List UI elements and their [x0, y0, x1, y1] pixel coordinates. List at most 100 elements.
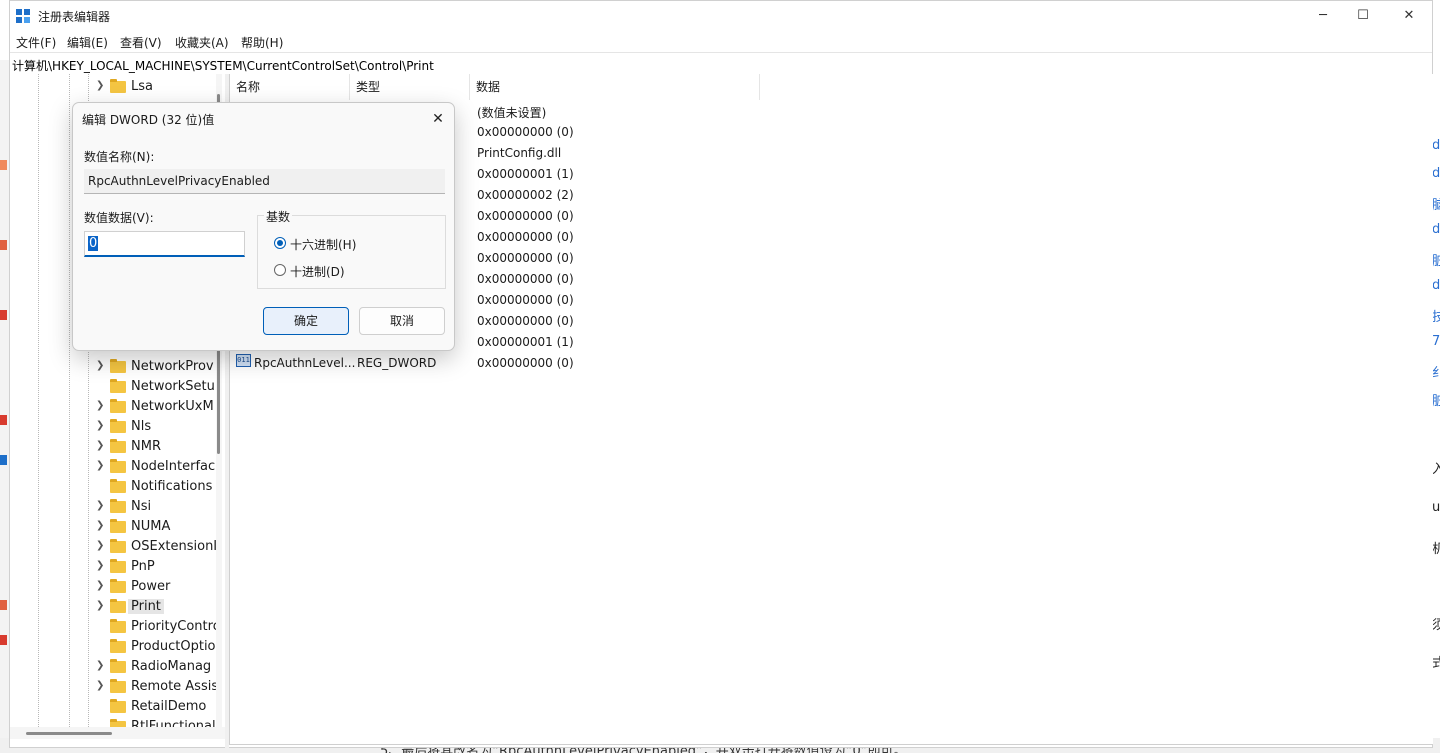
- column-name[interactable]: 名称: [230, 74, 350, 100]
- folder-icon: [110, 559, 126, 573]
- chevron-right-icon[interactable]: ❯: [96, 540, 106, 551]
- tree-item-label: RetailDemo: [131, 699, 207, 714]
- tree-item[interactable]: ❯ NMR: [96, 437, 216, 457]
- tree-item[interactable]: NetworkSetu: [96, 377, 216, 397]
- chevron-right-icon[interactable]: ❯: [96, 80, 106, 91]
- value-data[interactable]: 0x00000002 (2): [477, 188, 574, 202]
- folder-icon: [110, 379, 126, 393]
- chevron-right-icon[interactable]: ❯: [96, 440, 106, 451]
- bg-char: 机: [1432, 542, 1440, 557]
- tree-item[interactable]: ❯ NetworkProv: [96, 357, 216, 377]
- chevron-right-icon[interactable]: ❯: [96, 360, 106, 371]
- radio-decimal-label[interactable]: 十进制(D): [290, 263, 345, 280]
- dialog-close-button[interactable]: ✕: [423, 105, 453, 133]
- tree-item-label: Lsa: [131, 79, 153, 94]
- tree-item[interactable]: RetailDemo: [96, 697, 216, 717]
- column-data[interactable]: 数据: [470, 74, 760, 100]
- column-type[interactable]: 类型: [350, 74, 470, 100]
- chevron-right-icon[interactable]: ❯: [96, 400, 106, 411]
- value-data[interactable]: 0x00000001 (1): [477, 335, 574, 349]
- tree-item[interactable]: RtlFunctionali: [96, 717, 219, 727]
- tree-item[interactable]: ❯ Nls: [96, 417, 216, 437]
- cancel-button[interactable]: 取消: [359, 307, 445, 335]
- tree-item[interactable]: ❯ PnP: [96, 557, 216, 577]
- value-data[interactable]: PrintConfig.dll: [477, 146, 561, 160]
- radio-hex[interactable]: [274, 237, 286, 249]
- tree-item[interactable]: ❯ Lsa: [96, 77, 216, 97]
- background-page-left-edge: [0, 60, 9, 753]
- bg-char: 脏: [1432, 254, 1440, 269]
- tree-item-selected[interactable]: ❯ Print: [96, 597, 216, 617]
- radio-decimal[interactable]: [274, 264, 286, 276]
- tree-item-label: Nls: [131, 419, 152, 434]
- value-data-label: 数值数据(V):: [84, 211, 154, 225]
- close-button[interactable]: ✕: [1386, 1, 1432, 31]
- menu-file[interactable]: 文件(F): [16, 34, 56, 51]
- folder-icon: [110, 659, 126, 673]
- folder-icon: [110, 399, 126, 413]
- tree-item[interactable]: ❯ RadioManag: [96, 657, 216, 677]
- tree-horizontal-scrollbar[interactable]: [10, 727, 225, 739]
- tree-item-label: Power: [131, 579, 171, 594]
- value-data[interactable]: 0x00000000 (0): [477, 230, 574, 244]
- value-data[interactable]: 0x00000000 (0): [477, 356, 574, 370]
- value-data[interactable]: 0x00000000 (0): [477, 125, 574, 139]
- chevron-right-icon[interactable]: ❯: [96, 520, 106, 531]
- menu-favorites[interactable]: 收藏夹(A): [175, 34, 229, 51]
- tree-item[interactable]: ❯ OSExtensionI: [96, 537, 218, 557]
- maximize-button[interactable]: ☐: [1340, 1, 1386, 31]
- chevron-right-icon[interactable]: ❯: [96, 560, 106, 571]
- chevron-right-icon[interactable]: ❯: [96, 500, 106, 511]
- tree-item-label: NetworkUxM: [131, 399, 214, 414]
- folder-icon: [110, 499, 126, 513]
- chevron-right-icon[interactable]: ❯: [96, 680, 106, 691]
- folder-icon: [110, 599, 126, 613]
- value-data[interactable]: 0x00000000 (0): [477, 209, 574, 223]
- tree-item-label: NetworkProv: [131, 359, 214, 374]
- value-data-input[interactable]: 0: [84, 231, 245, 257]
- value-data[interactable]: 0x00000000 (0): [477, 293, 574, 307]
- menu-help[interactable]: 帮助(H): [241, 34, 283, 51]
- address-bar[interactable]: 计算机\HKEY_LOCAL_MACHINE\SYSTEM\CurrentCon…: [10, 52, 1432, 76]
- chevron-right-icon[interactable]: ❯: [96, 420, 106, 431]
- tree-item[interactable]: ❯ Power: [96, 577, 216, 597]
- folder-icon: [110, 519, 126, 533]
- value-data[interactable]: 0x00000000 (0): [477, 314, 574, 328]
- menu-bar: 文件(F) 编辑(E) 查看(V) 收藏夹(A) 帮助(H): [10, 31, 1432, 51]
- chevron-right-icon[interactable]: ❯: [96, 580, 106, 591]
- value-data[interactable]: 0x00000001 (1): [477, 167, 574, 181]
- value-data[interactable]: 0x00000000 (0): [477, 272, 574, 286]
- value-data[interactable]: 0x00000000 (0): [477, 251, 574, 265]
- bg-char: d: [1432, 138, 1440, 153]
- bg-char: 入: [1432, 462, 1440, 477]
- scrollbar-thumb[interactable]: [26, 732, 112, 735]
- value-name-field: RpcAuthnLevelPrivacyEnabled: [84, 169, 445, 194]
- value-data[interactable]: (数值未设置): [477, 104, 546, 121]
- bg-char: d: [1432, 222, 1440, 237]
- menu-edit[interactable]: 编辑(E): [67, 34, 108, 51]
- tree-item[interactable]: ❯ NetworkUxM: [96, 397, 216, 417]
- dialog-title: 编辑 DWORD (32 位)值: [82, 113, 215, 127]
- tree-item-label: Print: [128, 599, 164, 614]
- chevron-right-icon[interactable]: ❯: [96, 660, 106, 671]
- tree-item[interactable]: PriorityContro: [96, 617, 221, 637]
- value-type[interactable]: REG_DWORD: [357, 356, 436, 370]
- chevron-right-icon[interactable]: ❯: [96, 460, 106, 471]
- radio-hex-label[interactable]: 十六进制(H): [290, 236, 356, 253]
- tree-item[interactable]: ❯ NodeInterfac: [96, 457, 216, 477]
- title-bar[interactable]: 注册表编辑器 ─ ☐ ✕: [10, 1, 1432, 31]
- menu-view[interactable]: 查看(V): [120, 34, 162, 51]
- tree-item-label: ProductOptio: [131, 639, 216, 654]
- tree-item[interactable]: ProductOptio: [96, 637, 216, 657]
- bg-char: 技: [1432, 310, 1440, 325]
- tree-item-label: OSExtensionI: [131, 539, 218, 554]
- chevron-right-icon[interactable]: ❯: [96, 600, 106, 611]
- ok-button[interactable]: 确定: [263, 307, 349, 335]
- bg-char: 式: [1432, 656, 1440, 671]
- value-name[interactable]: RpcAuthnLevel...: [254, 356, 355, 370]
- tree-item[interactable]: ❯ NUMA: [96, 517, 216, 537]
- tree-item[interactable]: ❯ Nsi: [96, 497, 216, 517]
- folder-icon: [110, 579, 126, 593]
- tree-item[interactable]: Notifications: [96, 477, 216, 497]
- tree-item[interactable]: ❯ Remote Assis: [96, 677, 218, 697]
